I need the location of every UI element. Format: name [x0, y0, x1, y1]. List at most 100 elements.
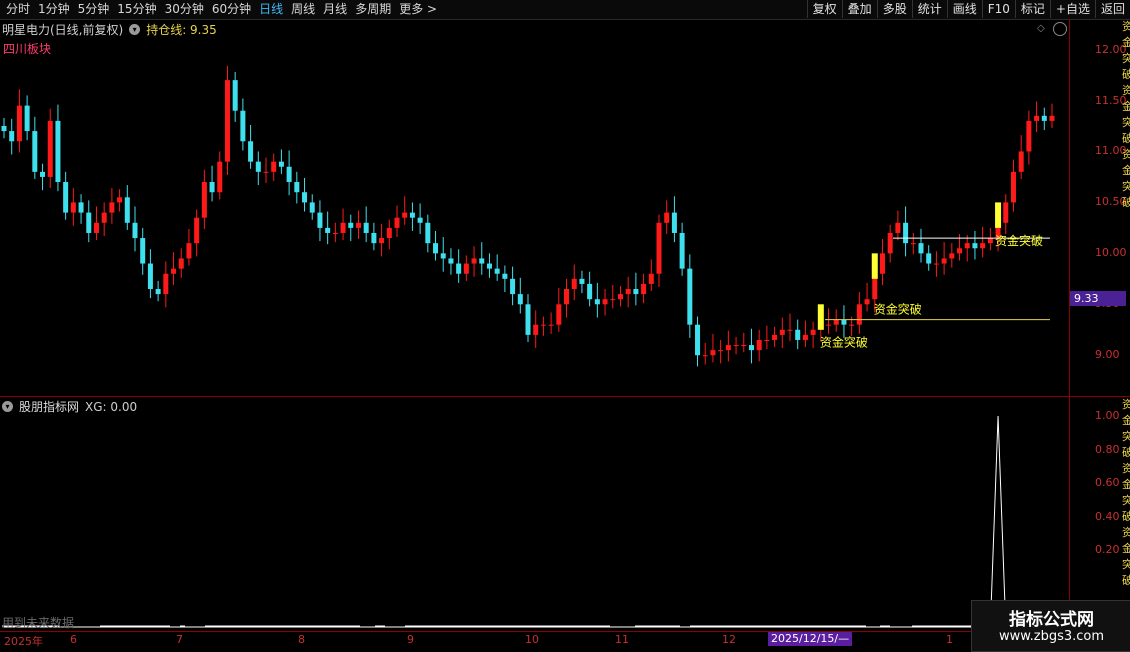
future-data-note: 用到未来数据	[2, 616, 75, 630]
date-tick-label: 2025年	[4, 635, 43, 648]
period-tab[interactable]: 5分钟	[74, 1, 114, 18]
candle	[879, 239, 885, 285]
toolbar-button[interactable]: 标记	[1014, 0, 1050, 18]
candle	[348, 214, 354, 242]
candle	[980, 226, 986, 258]
indicator-tick-label: 0.40	[1095, 509, 1120, 523]
candle	[779, 317, 785, 349]
candle	[517, 277, 523, 314]
candle	[171, 252, 177, 285]
candle	[248, 124, 254, 169]
candle	[16, 89, 22, 153]
candle	[656, 214, 662, 287]
candle	[355, 210, 361, 240]
toolbar-button[interactable]: 统计	[911, 0, 947, 18]
indicator-name: 股朋指标网	[19, 400, 80, 414]
candle	[941, 242, 947, 275]
candle	[386, 219, 392, 250]
candle	[540, 316, 546, 336]
period-tab[interactable]: 1分钟	[34, 1, 74, 18]
date-tick-label: 7	[176, 633, 183, 646]
candle	[209, 165, 215, 202]
toolbar-button[interactable]: 画线	[946, 0, 982, 18]
toolbar-button[interactable]: 复权	[806, 0, 842, 18]
period-tab[interactable]: 更多 >	[395, 1, 441, 18]
candle	[772, 326, 778, 348]
candle	[278, 149, 284, 174]
period-tab[interactable]: 周线	[287, 1, 319, 18]
period-tab[interactable]: 60分钟	[208, 1, 255, 18]
candlestick-chart[interactable]: 资金突破资金突破资金突破	[0, 19, 1069, 396]
candle	[903, 206, 909, 257]
candle	[679, 222, 685, 276]
candle	[201, 169, 207, 229]
price-tick-label: 9.00	[1095, 348, 1120, 362]
toolbar-button[interactable]: 多股	[876, 0, 912, 18]
date-tick-label: 6	[70, 633, 77, 646]
period-tab[interactable]: 多周期	[351, 1, 395, 18]
candle	[864, 282, 870, 312]
candle	[240, 98, 246, 151]
candle	[895, 210, 901, 241]
candle	[887, 224, 893, 263]
candle	[32, 116, 38, 179]
candle	[302, 177, 308, 212]
candle	[363, 206, 369, 243]
candle	[255, 151, 261, 186]
period-tabs: 分时 1分钟 5分钟 15分钟 30分钟 60分钟 日线 周线 月线 多周期 更多 >	[2, 1, 441, 18]
candle	[841, 305, 847, 338]
candle	[494, 254, 500, 281]
candle	[232, 71, 238, 122]
toolbar-button[interactable]: F10	[981, 0, 1015, 18]
candle	[325, 211, 331, 245]
toolbar-button[interactable]: 返回	[1094, 0, 1130, 18]
signal-label: 资金突破	[995, 233, 1043, 248]
candle	[671, 196, 677, 243]
candle	[70, 188, 76, 226]
date-tick-label: 12	[722, 633, 736, 646]
date-tick-label: 9	[407, 633, 414, 646]
candle	[486, 253, 492, 278]
candle	[101, 202, 107, 237]
candle	[856, 292, 862, 334]
candle	[178, 248, 184, 278]
candle	[402, 196, 408, 225]
candle	[456, 249, 462, 283]
axis-divider	[1069, 19, 1070, 631]
candle	[648, 259, 654, 292]
candle	[610, 284, 616, 309]
candle	[756, 329, 762, 362]
period-tab[interactable]: 30分钟	[161, 1, 208, 18]
candle	[155, 280, 161, 302]
period-tab[interactable]: 15分钟	[113, 1, 160, 18]
candle	[332, 222, 338, 243]
candle	[664, 200, 670, 234]
candle	[525, 294, 531, 342]
candle	[24, 95, 30, 141]
candle	[263, 157, 269, 184]
date-tick-label: 1	[946, 633, 953, 646]
candle	[926, 245, 932, 271]
candle	[1034, 101, 1040, 133]
candle	[533, 310, 539, 349]
indicator-tick-label: 0.80	[1095, 442, 1120, 456]
toolbar-button[interactable]: 叠加	[841, 0, 877, 18]
period-tab[interactable]: 分时	[2, 1, 34, 18]
toolbar-button[interactable]: +自选	[1049, 0, 1095, 18]
candle	[132, 206, 138, 252]
period-tab[interactable]: 日线	[255, 1, 287, 18]
indicator-tick-label: 0.60	[1095, 476, 1120, 490]
candle	[594, 282, 600, 318]
candle	[802, 320, 808, 348]
candle	[394, 205, 400, 238]
candle	[425, 214, 431, 253]
indicator-chart[interactable]	[0, 397, 1069, 631]
candle	[933, 251, 939, 277]
chevron-down-icon[interactable]: ▾	[2, 401, 13, 412]
candle	[294, 171, 300, 204]
candle	[9, 118, 15, 155]
period-tab[interactable]: 月线	[319, 1, 351, 18]
candle	[479, 242, 485, 275]
candle	[949, 243, 955, 268]
candle	[733, 336, 739, 355]
